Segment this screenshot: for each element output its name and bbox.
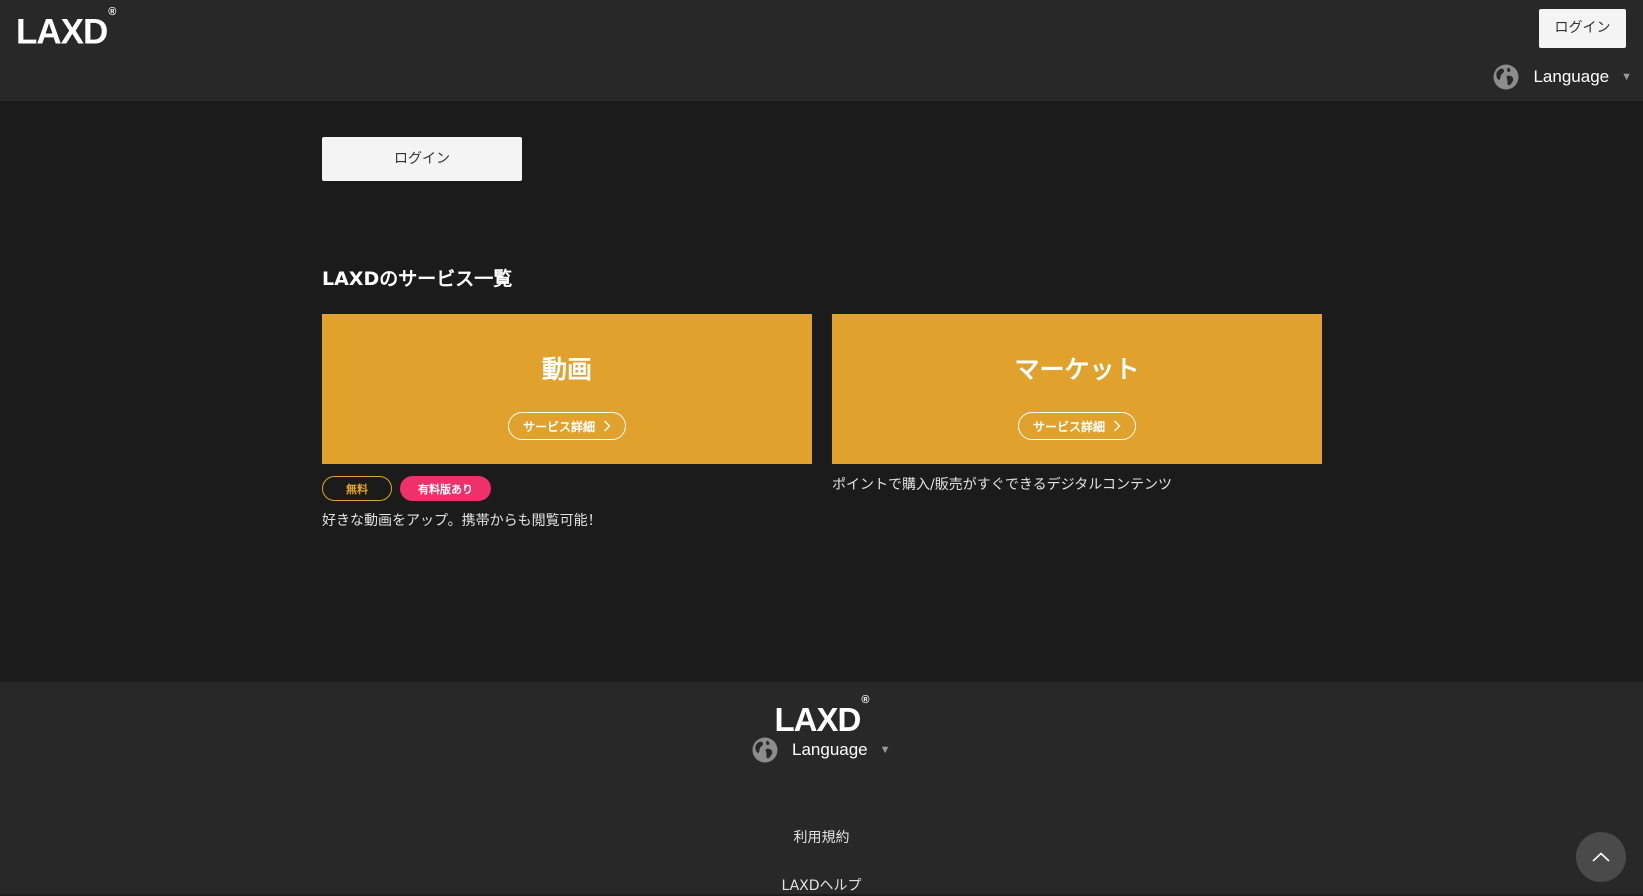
logo-text: LAXD — [16, 12, 108, 52]
language-label: Language — [792, 740, 868, 759]
logo-text: LAXD — [774, 701, 862, 738]
section-title: LAXDのサービス一覧 — [322, 268, 513, 290]
site-header: LAXD® ログイン Language ▼ — [0, 0, 1643, 101]
header-login-button[interactable]: ログイン — [1539, 9, 1626, 48]
language-label: Language — [1533, 67, 1610, 86]
service-badges: 無料 有料版あり — [322, 476, 491, 501]
terms-link[interactable]: 利用規約 — [0, 828, 1643, 848]
service-detail-button[interactable]: サービス詳細 — [1018, 412, 1136, 440]
service-detail-button[interactable]: サービス詳細 — [508, 412, 626, 440]
scroll-to-top-button[interactable] — [1576, 832, 1626, 882]
service-card-market[interactable]: マーケット サービス詳細 — [832, 314, 1322, 464]
help-link[interactable]: LAXDヘルプ — [0, 876, 1643, 896]
site-footer: LAXD® Language ▼ 利用規約 LAXDヘルプ — [0, 682, 1643, 894]
chevron-down-icon: ▼ — [1621, 71, 1632, 83]
site-logo[interactable]: LAXD® — [16, 6, 116, 55]
service-detail-label: サービス詳細 — [1032, 419, 1105, 434]
chevron-down-icon: ▼ — [879, 744, 891, 756]
chevron-right-icon — [1114, 420, 1121, 432]
paid-version-badge: 有料版あり — [400, 476, 491, 501]
registered-mark: ® — [861, 694, 869, 706]
service-title: 動画 — [541, 355, 592, 384]
chevron-up-icon — [1592, 852, 1610, 862]
service-description-video: 好きな動画をアップ。携帯からも閲覧可能！ — [322, 513, 602, 529]
service-description-market: ポイントで購入/販売がすぐできるデジタルコンテンツ — [832, 477, 1173, 493]
service-title: マーケット — [1014, 355, 1140, 384]
main-login-button[interactable]: ログイン — [322, 137, 522, 181]
footer-language-selector[interactable]: Language ▼ — [752, 737, 891, 763]
chevron-right-icon — [604, 420, 611, 432]
header-language-selector[interactable]: Language ▼ — [1493, 64, 1632, 90]
globe-icon — [752, 737, 778, 763]
registered-mark: ® — [108, 6, 116, 18]
footer-logo[interactable]: LAXD® — [0, 694, 1643, 740]
globe-icon — [1493, 64, 1519, 90]
service-card-video[interactable]: 動画 サービス詳細 — [322, 314, 812, 464]
service-detail-label: サービス詳細 — [522, 419, 595, 434]
free-badge: 無料 — [322, 476, 392, 501]
